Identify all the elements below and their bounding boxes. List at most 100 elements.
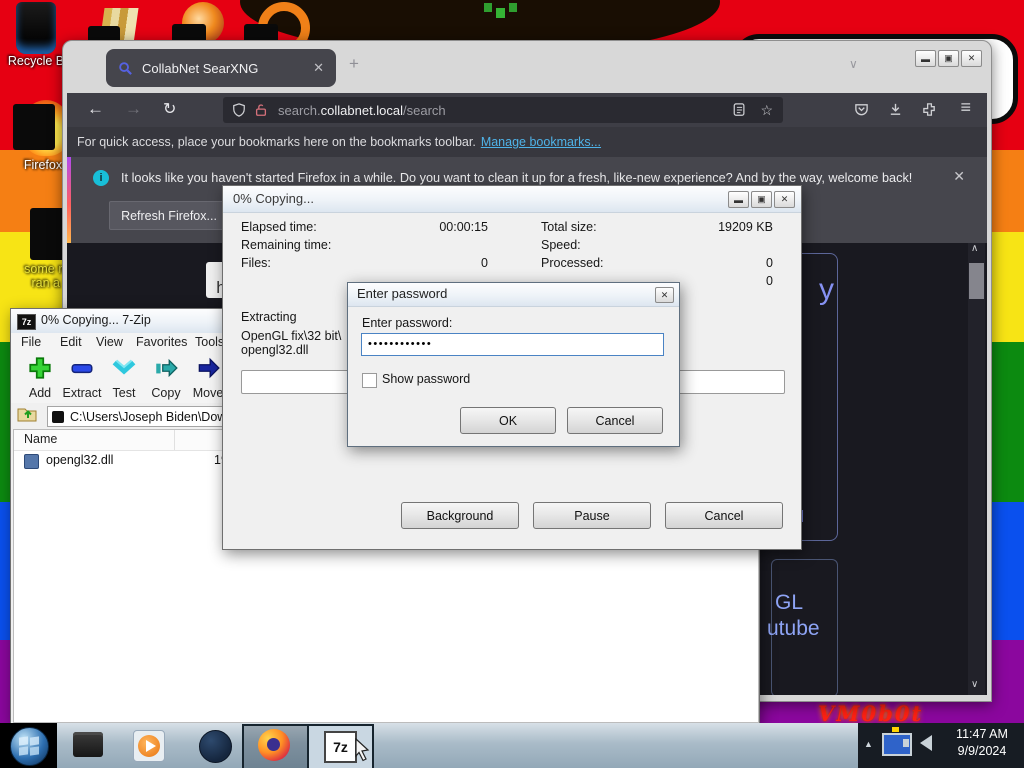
dialog-close-button[interactable]: ✕ [774,191,795,208]
tray-expand-icon[interactable]: ▲ [864,739,873,749]
maximize-icon: ▣ [944,53,953,63]
pocket-icon[interactable] [854,102,869,117]
address-text: C:\Users\Joseph Biden\Down [70,409,234,424]
taskbar-item-media-player[interactable] [126,723,170,768]
copy-arrow-icon [156,358,178,378]
close-icon: ✕ [780,194,789,204]
extract-label: Extract [62,386,102,400]
bookmark-star-icon[interactable]: ☆ [760,102,773,119]
files-label: Files: [241,256,271,270]
recycle-bin-icon [16,2,56,54]
test-button[interactable]: Test [103,355,145,400]
globe-icon [199,730,232,763]
password-input[interactable]: •••••••••••• [361,333,664,356]
page-scrollbar[interactable]: ∧ ∨ [968,243,985,695]
menu-hamburger-icon[interactable]: ≡ [960,97,971,118]
copy-dialog-titlebar[interactable]: 0% Copying... ▬ ▣ ✕ [223,186,801,213]
extensions-puzzle-icon[interactable] [922,102,937,117]
background-button[interactable]: Background [401,502,519,529]
notification-accent-strip [67,157,71,243]
reader-mode-icon[interactable] [733,103,746,117]
menu-view[interactable]: View [96,335,123,349]
taskbar-item-firefox[interactable] [242,724,309,768]
download-icon[interactable] [888,102,903,117]
copy-button[interactable]: Copy [145,355,187,400]
forward-button[interactable]: → [125,99,142,119]
menu-favorites[interactable]: Favorites [136,335,187,349]
dialog-restore-button[interactable]: ▣ [751,191,772,208]
refresh-firefox-button[interactable]: Refresh Firefox... [109,201,229,230]
system-tray: ▲ 11:47 AM 9/9/2024 [858,723,1024,768]
password-dialog-title: Enter password [357,286,448,301]
window-close-button[interactable]: ✕ [961,50,982,67]
extract-button[interactable]: Extract [61,355,103,400]
tray-speaker-icon[interactable] [903,735,932,751]
extracting-label: Extracting [241,310,297,324]
show-password-label: Show password [382,372,471,386]
password-cancel-button[interactable]: Cancel [567,407,663,434]
insecure-lock-icon[interactable] [254,103,268,117]
reload-button[interactable]: ↻ [163,99,176,119]
test-label: Test [112,386,136,400]
pause-button[interactable]: Pause [533,502,651,529]
menu-tools[interactable]: Tools [195,335,224,349]
page-link-fragment-gl[interactable]: GL [775,591,803,615]
add-button[interactable]: Add [19,355,61,400]
taskbar-item-globe[interactable] [192,723,236,768]
move-arrow-icon [198,357,220,379]
processed-value: 0 [766,256,773,270]
notification-close-icon[interactable]: ✕ [953,168,965,185]
tab-close-icon[interactable]: ✕ [313,60,324,76]
column-divider[interactable] [174,430,175,450]
minimize-icon: ▬ [734,194,743,205]
firefox-icon [258,729,290,761]
remaining-label: Remaining time: [241,238,332,252]
shield-icon[interactable] [232,103,246,117]
url-bar[interactable]: search.collabnet.local/search ☆ [223,97,783,123]
column-header-name[interactable]: Name [24,432,57,446]
window-maximize-button[interactable]: ▣ [938,50,959,67]
bookmarks-hint-text: For quick access, place your bookmarks h… [77,135,476,149]
start-button[interactable] [0,723,57,768]
cancel-button[interactable]: Cancel [665,502,783,529]
add-plus-icon [29,357,51,379]
refresh-firefox-label: Refresh Firefox... [121,208,217,223]
password-dialog-titlebar[interactable]: Enter password ✕ [348,283,679,307]
drive-icon [52,410,64,423]
new-tab-button[interactable]: + [349,54,359,74]
scrollbar-thumb[interactable] [969,263,984,299]
total-size-label: Total size: [541,220,597,234]
pause-label: Pause [574,508,610,523]
password-dialog-close-button[interactable]: ✕ [655,287,674,303]
ok-button[interactable]: OK [460,407,556,434]
taskbar-item-explorer[interactable] [66,723,110,768]
page-link-fragment-utube[interactable]: utube [767,617,820,641]
navigation-toolbar: ← → ↻ search.collabnet.local/search ☆ ≡ [67,93,987,127]
scroll-down-icon[interactable]: ∨ [971,679,978,690]
taskbar: 7z ▲ 11:47 AM 9/9/2024 [0,723,1024,768]
manage-bookmarks-link[interactable]: Manage bookmarks... [481,135,601,149]
window-minimize-button[interactable]: ▬ [915,50,936,67]
clock-time: 11:47 AM [956,727,1008,741]
menu-edit[interactable]: Edit [60,335,82,349]
enter-password-dialog: Enter password ✕ Enter password: •••••••… [347,282,680,447]
wallpaper-green-mark [484,3,492,12]
folder-up-button[interactable] [17,405,43,425]
search-favicon-icon [118,61,133,76]
back-button[interactable]: ← [87,99,104,119]
close-icon: ✕ [660,289,669,300]
browser-tab[interactable]: CollabNet SearXNG ✕ [106,49,336,87]
wallpaper-green-mark [496,8,505,18]
desktop-icon-recycle-bin[interactable]: Recycle B [6,2,66,68]
url-text: search.collabnet.local/search [278,103,733,118]
taskbar-clock[interactable]: 11:47 AM 9/9/2024 [946,727,1018,758]
menu-file[interactable]: File [21,335,41,349]
notification-text: It looks like you haven't started Firefo… [121,171,913,185]
list-all-tabs-icon[interactable]: ∨ [849,57,858,71]
scroll-up-icon[interactable]: ∧ [971,243,978,254]
bookmarks-toolbar: For quick access, place your bookmarks h… [67,127,987,157]
restore-icon: ▣ [757,194,766,204]
dialog-minimize-button[interactable]: ▬ [728,191,749,208]
show-password-checkbox[interactable] [362,373,377,388]
total-size-value: 19209 KB [718,220,773,234]
